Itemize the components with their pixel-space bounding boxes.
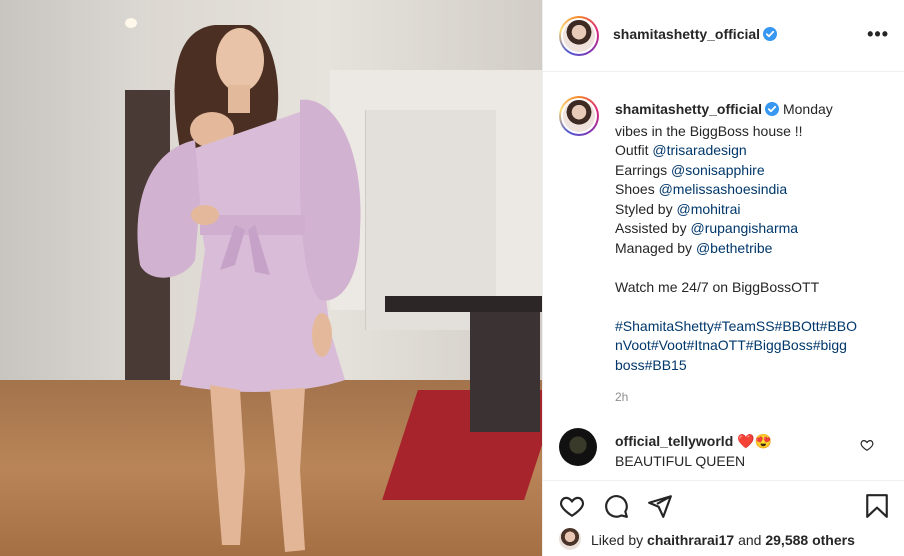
- caption-text: Monday: [782, 101, 833, 117]
- mention-link[interactable]: @rupangisharma: [690, 220, 798, 236]
- comment-bubble-icon[interactable]: [603, 493, 629, 524]
- hashtag-link[interactable]: #ShamitaShetty#TeamSS#BBOtt#BBO: [615, 318, 857, 334]
- likes-summary: Liked by chaithrarai17 and 29,588 others: [591, 532, 855, 548]
- author-avatar[interactable]: [559, 16, 599, 56]
- caption-line: Outfit @trisaradesign: [615, 141, 887, 161]
- hashtag-line: #ShamitaShetty#TeamSS#BBOtt#BBO: [615, 317, 887, 337]
- post-header: shamitashetty_official •••: [543, 0, 904, 72]
- caption-first-line: shamitashetty_official Monday: [615, 100, 887, 122]
- caption-text: Styled by: [615, 200, 677, 217]
- share-send-icon[interactable]: [647, 493, 673, 524]
- post-photo[interactable]: [0, 0, 542, 556]
- comment-emojis: ❤️😍: [737, 433, 773, 449]
- caption-text: Shoes: [615, 181, 659, 197]
- mention-link[interactable]: @trisaradesign: [652, 142, 746, 158]
- post-caption: shamitashetty_official Monday vibes in t…: [615, 100, 887, 375]
- caption-text: Earrings: [615, 161, 672, 178]
- hashtag-link[interactable]: nVoot#Voot#ItnaOTT#BiggBoss#bigg: [615, 337, 847, 353]
- caption-line: Shoes @melissashoesindia: [615, 180, 887, 200]
- caption-line: vibes in the BiggBoss house !!: [615, 122, 887, 142]
- mention-link[interactable]: @bethetribe: [696, 240, 772, 256]
- hashtag-line: nVoot#Voot#ItnaOTT#BiggBoss#bigg: [615, 336, 887, 356]
- liker-username[interactable]: chaithrarai17: [647, 532, 734, 548]
- caption-line: Managed by @bethetribe: [615, 239, 887, 259]
- caption-line: Styled by @mohitrai: [615, 200, 887, 220]
- header-username-row: shamitashetty_official: [613, 26, 778, 46]
- caption-text: Watch me 24/7 on BiggBossOTT: [615, 278, 820, 295]
- commenter-avatar[interactable]: [559, 428, 597, 466]
- caption-line: Watch me 24/7 on BiggBossOTT: [615, 278, 887, 298]
- instagram-post-view: shamitashetty_official ••• shamitashetty…: [0, 0, 904, 556]
- caption-username[interactable]: shamitashetty_official: [615, 101, 762, 117]
- post-timestamp[interactable]: 2h: [615, 390, 628, 404]
- hashtag-link[interactable]: boss#BB15: [615, 357, 687, 373]
- verified-badge-icon: [763, 27, 778, 46]
- mention-link[interactable]: @melissashoesindia: [659, 181, 788, 197]
- likes-prefix: Liked by: [591, 532, 648, 548]
- woman-figure: [137, 25, 361, 552]
- hashtag-line: boss#BB15: [615, 356, 887, 376]
- verified-badge-icon: [765, 102, 780, 122]
- mention-link[interactable]: @mohitrai: [676, 201, 740, 217]
- more-options-icon[interactable]: •••: [867, 24, 889, 45]
- header-username[interactable]: shamitashetty_official: [613, 26, 760, 42]
- commenter-username[interactable]: official_tellyworld: [615, 433, 733, 449]
- caption-author-avatar[interactable]: [559, 96, 599, 136]
- post-side-panel: shamitashetty_official ••• shamitashetty…: [542, 0, 904, 556]
- like-heart-icon[interactable]: [559, 493, 585, 524]
- save-bookmark-icon[interactable]: [865, 493, 889, 524]
- likes-count[interactable]: 29,588 others: [765, 532, 855, 548]
- caption-line: Earrings @sonisapphire: [615, 161, 887, 181]
- comment: official_tellyworld ❤️😍 BEAUTIFUL QUEEN: [615, 432, 855, 471]
- comment-text: BEAUTIFUL QUEEN: [615, 452, 746, 469]
- likes-middle: and: [734, 532, 766, 548]
- comment-like-heart-icon[interactable]: [860, 438, 874, 457]
- liker-avatar[interactable]: [559, 528, 581, 550]
- mention-link[interactable]: @sonisapphire: [671, 162, 765, 178]
- caption-text: Managed by: [615, 239, 696, 256]
- caption-text: Outfit: [615, 142, 653, 158]
- caption-text: Assisted by: [615, 220, 691, 236]
- caption-line: Assisted by @rupangisharma: [615, 219, 887, 239]
- caption-text: vibes in the BiggBoss house !!: [615, 122, 803, 139]
